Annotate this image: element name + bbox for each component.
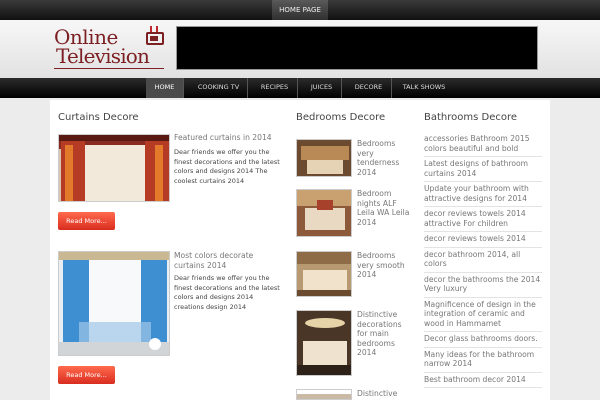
- site-logo[interactable]: Online Television: [54, 26, 170, 72]
- nav-item-talk-shows[interactable]: TALK SHOWS: [396, 78, 452, 98]
- bedroom-item-3[interactable]: Bedrooms very smooth 2014: [296, 251, 414, 299]
- bathroom-item-10[interactable]: Many ideas for the bathroom narrow 2014: [424, 348, 542, 373]
- home-page-button[interactable]: HOME PAGE: [272, 0, 328, 20]
- nav-item-home[interactable]: HOME: [146, 78, 184, 98]
- bedroom-item-3-title: Bedrooms very smooth 2014: [357, 251, 405, 279]
- bedroom-item-5[interactable]: Distinctive: [296, 389, 414, 400]
- bedroom-item-5-image: [296, 389, 352, 400]
- bedroom-item-4-title: Distinctive decorations for main bedroom…: [357, 310, 402, 357]
- bathrooms-section-title[interactable]: Bathrooms Decore: [424, 112, 517, 123]
- nav-item-juices[interactable]: JUICES: [302, 78, 342, 98]
- bedroom-item-1-image: [296, 139, 352, 177]
- curtains-orange-image: [59, 135, 169, 201]
- header-banner[interactable]: [176, 26, 538, 70]
- bathroom-item-11[interactable]: Best bathroom decor 2014: [424, 373, 542, 388]
- bathroom-item-4[interactable]: decor reviews towels 2014 attractive For…: [424, 207, 542, 232]
- bedroom-item-4-image: [296, 310, 352, 376]
- bedroom-item-3-image: [296, 251, 352, 297]
- bathroom-item-2[interactable]: Latest designs of bathroom curtains 2014: [424, 157, 542, 182]
- curtains-post-1-title[interactable]: Featured curtains in 2014: [174, 133, 284, 143]
- curtains-post-1-excerpt: Dear friends we offer you the finest dec…: [174, 148, 280, 185]
- bedroom-item-2-image: [296, 189, 352, 237]
- curtains-post-2-read-more-button[interactable]: Read More...: [58, 366, 115, 384]
- logo-line-2: Television: [56, 44, 150, 68]
- tv-icon: [146, 32, 164, 45]
- bedroom-item-2[interactable]: Bedroom nights ALF Leila WA Leila 2014: [296, 189, 414, 239]
- bedroom-item-2-title: Bedroom nights ALF Leila WA Leila 2014: [357, 189, 410, 227]
- nav-item-decore[interactable]: DECORE: [346, 78, 392, 98]
- bathroom-item-9[interactable]: Decor glass bathrooms doors.: [424, 332, 542, 348]
- curtains-post-1-image[interactable]: [58, 134, 170, 202]
- bathroom-item-6[interactable]: decor bathroom 2014, all colors: [424, 248, 542, 273]
- header: Online Television: [0, 20, 600, 78]
- bedroom-item-5-title: Distinctive: [357, 389, 398, 398]
- bedroom-item-4[interactable]: Distinctive decorations for main bedroom…: [296, 310, 414, 378]
- curtains-post-2-excerpt: Dear friends we offer you the finest dec…: [174, 274, 280, 311]
- bathroom-item-5[interactable]: decor reviews towels 2014: [424, 232, 542, 248]
- curtains-post-2-title[interactable]: Most colors decorate curtains 2014: [174, 251, 286, 270]
- nav-item-cooking-tv[interactable]: COOKING TV: [190, 78, 248, 98]
- bathroom-item-3[interactable]: Update your bathroom with attractive des…: [424, 182, 542, 207]
- bedroom-item-1[interactable]: Bedrooms very tenderness 2014: [296, 139, 414, 179]
- nav-item-recipes[interactable]: RECIPES: [252, 78, 298, 98]
- bathroom-item-8[interactable]: Magnificence of design in the integratio…: [424, 298, 542, 332]
- bathroom-item-1[interactable]: accessories Bathroom 2015 colors beautif…: [424, 132, 542, 157]
- curtains-section-title[interactable]: Curtains Decore: [58, 112, 139, 123]
- top-bar: HOME PAGE: [0, 0, 600, 20]
- bathroom-item-7[interactable]: decor the bathrooms the 2014 Very luxury: [424, 273, 542, 298]
- main-nav: HOME COOKING TV RECIPES JUICES DECORE TA…: [0, 78, 600, 98]
- curtains-blue-image: [59, 252, 169, 355]
- logo-underline: [54, 68, 164, 69]
- curtains-post-1-read-more-button[interactable]: Read More...: [58, 212, 115, 230]
- bathrooms-list: accessories Bathroom 2015 colors beautif…: [424, 132, 542, 388]
- bedrooms-section-title[interactable]: Bedrooms Decore: [296, 112, 385, 123]
- bedroom-item-1-title: Bedrooms very tenderness 2014: [357, 139, 400, 177]
- curtains-post-2-image[interactable]: [58, 251, 170, 356]
